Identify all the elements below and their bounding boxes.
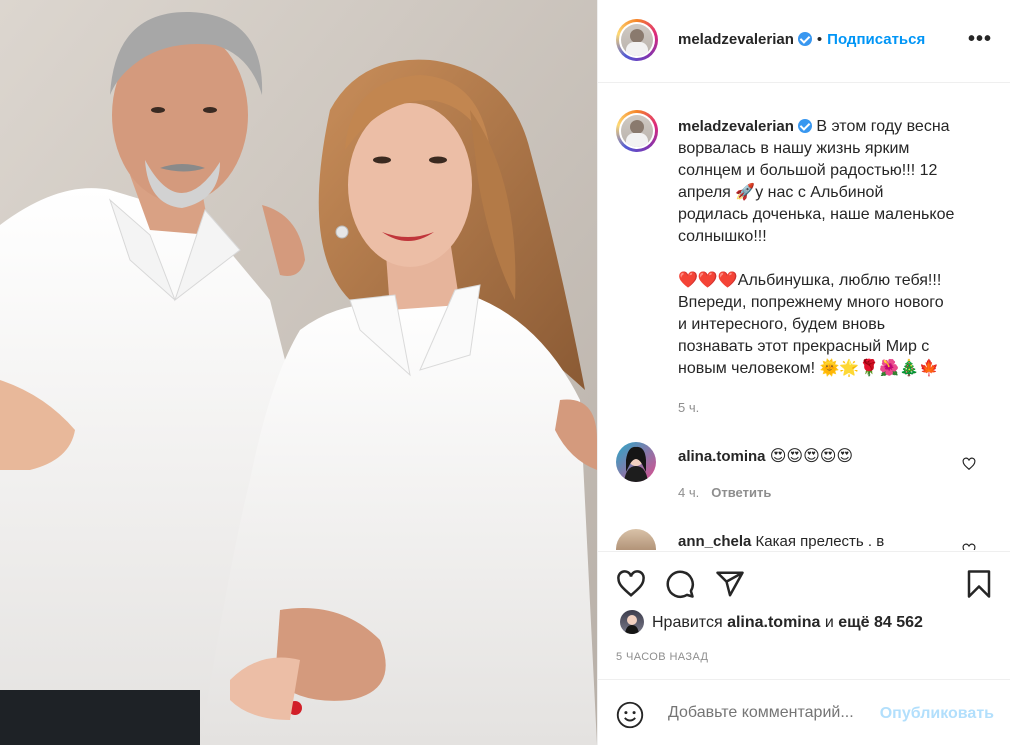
caption-line: и интересного, будем вновь xyxy=(678,316,886,333)
comment-item: alina.tomina 😍😍😍😍😍 xyxy=(678,446,853,466)
caption-avatar[interactable] xyxy=(616,110,658,152)
caption-line: В этом году весна xyxy=(816,118,950,135)
caption-line: ворвалась в нашу жизнь ярким xyxy=(678,140,910,157)
commenter-username[interactable]: ann_chela xyxy=(678,533,751,550)
bookmark-icon[interactable] xyxy=(964,569,994,599)
post-side-panel: meladzevalerian • Подписаться ••• meladzev… xyxy=(597,0,1010,745)
caption-username[interactable]: meladzevalerian xyxy=(678,118,794,135)
follow-button[interactable]: Подписаться xyxy=(827,31,925,48)
caption-line: познавать этот прекрасный Мир с xyxy=(678,338,930,355)
avatar-image xyxy=(625,615,639,634)
header-line: meladzevalerian • Подписаться xyxy=(678,31,925,48)
likes-count-link[interactable]: ещё 84 562 xyxy=(838,614,923,631)
comments-area[interactable]: meladzevalerian В этом году весна ворвал… xyxy=(598,83,1010,550)
comment-meta: 4 ч. Ответить xyxy=(678,485,771,500)
author-username[interactable]: meladzevalerian xyxy=(678,31,794,48)
caption-line: апреля xyxy=(678,184,731,201)
author-avatar[interactable] xyxy=(616,19,658,61)
commenter-username[interactable]: alina.tomina xyxy=(678,448,766,465)
liker-avatar[interactable] xyxy=(620,610,644,634)
instagram-post: meladzevalerian • Подписаться ••• meladzev… xyxy=(0,0,1010,745)
likes-prefix: Нравится xyxy=(652,614,723,631)
liker-username[interactable]: alina.tomina xyxy=(727,614,820,631)
caption-line: у нас с Альбиной xyxy=(755,184,884,201)
verified-badge-icon xyxy=(797,32,812,46)
commenter-avatar[interactable] xyxy=(616,442,656,482)
add-comment-input[interactable] xyxy=(668,704,873,722)
reply-button[interactable]: Ответить xyxy=(711,485,771,500)
caption-time[interactable]: 5 ч. xyxy=(678,400,699,415)
comment-time[interactable]: 4 ч. xyxy=(678,485,699,500)
add-comment-bar: Опубликовать xyxy=(598,679,1010,747)
comment-item: ann_chela Какая прелесть . в xyxy=(678,533,884,550)
more-options-icon[interactable]: ••• xyxy=(968,28,992,51)
comment-text: 😍😍😍😍😍 xyxy=(769,448,854,465)
caption-line: родилась доченька, наше маленькое xyxy=(678,206,955,223)
comment-text: Какая прелесть . в xyxy=(755,533,885,550)
post-header: meladzevalerian • Подписаться ••• xyxy=(598,0,1010,83)
commenter-avatar[interactable] xyxy=(616,529,656,550)
verified-badge-icon xyxy=(797,119,812,133)
hearts-emoji: ❤️❤️❤️ xyxy=(678,272,738,289)
caption-line: солнышко!!! xyxy=(678,228,767,245)
post-timestamp[interactable]: 5 ЧАСОВ НАЗАД xyxy=(616,651,708,663)
caption-line: солнцем и большой радостью!!! 12 xyxy=(678,162,938,179)
publish-button[interactable]: Опубликовать xyxy=(880,705,994,723)
likes-conjunction: и xyxy=(824,614,834,631)
separator-dot: • xyxy=(816,31,823,48)
caption-line: Впереди, попрежнему много нового xyxy=(678,294,944,311)
avatar-image xyxy=(624,446,648,482)
caption-line: новым человеком! xyxy=(678,360,816,377)
photo-illustration xyxy=(0,0,597,745)
share-send-icon[interactable] xyxy=(715,569,745,599)
rocket-emoji: 🚀 xyxy=(735,184,756,201)
comment-like-icon[interactable] xyxy=(962,457,976,471)
comment-like-icon[interactable] xyxy=(962,543,976,550)
like-heart-icon[interactable] xyxy=(616,569,646,599)
caption-line: Альбинушка, люблю тебя!!! xyxy=(737,272,942,289)
post-caption: meladzevalerian В этом году весна ворвал… xyxy=(678,116,996,380)
flowers-emoji: 🌞🌟🌹🌺🎄🍁 xyxy=(819,360,940,377)
post-photo[interactable] xyxy=(0,0,597,745)
emoji-picker-icon[interactable] xyxy=(616,701,644,729)
likes-summary: Нравится alina.tomina и ещё 84 562 xyxy=(652,614,923,632)
comment-bubble-icon[interactable] xyxy=(665,569,695,599)
post-actions: Нравится alina.tomina и ещё 84 562 5 ЧАС… xyxy=(598,551,1010,746)
